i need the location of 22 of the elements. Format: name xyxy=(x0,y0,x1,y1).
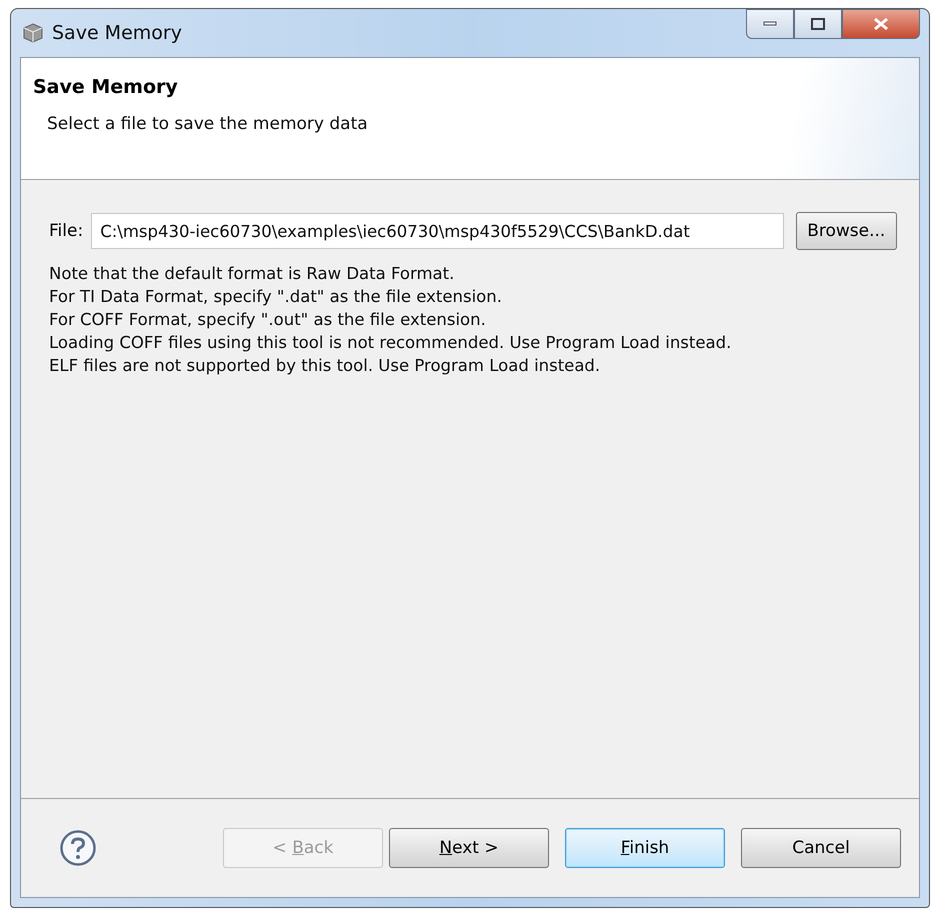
window-title: Save Memory xyxy=(52,22,182,44)
minimize-button[interactable] xyxy=(746,9,794,39)
maximize-icon xyxy=(811,18,825,30)
note-text: Loading COFF files using this tool is not recommended. Use Program Load instead. xyxy=(49,333,732,352)
file-field[interactable]: C:\msp430-iec60730\examples\iec60730\msp430f5529\CCS\BankD.dat xyxy=(91,213,784,249)
finish-button[interactable]: Finish xyxy=(565,828,725,868)
close-icon xyxy=(872,17,890,31)
browse-button[interactable]: Browse... xyxy=(796,212,897,250)
cancel-button[interactable]: Cancel xyxy=(741,828,901,868)
close-button[interactable] xyxy=(842,9,920,39)
note-text: ELF files are not supported by this tool. Use Program Load instead. xyxy=(49,356,602,375)
maximize-button[interactable] xyxy=(794,9,842,39)
help-icon[interactable] xyxy=(59,829,97,867)
page-title: Save Memory xyxy=(33,76,179,98)
cube-icon xyxy=(22,22,44,44)
note-text: For COFF Format, specify ".out" as the file extension. xyxy=(49,310,487,329)
next-button[interactable]: Next > xyxy=(389,828,549,868)
file-label: File: xyxy=(49,221,84,241)
note-text: For TI Data Format, specify ".dat" as the file extension. xyxy=(49,287,503,306)
minimize-icon xyxy=(763,21,777,27)
page-description: Select a file to save the memory data xyxy=(47,114,369,134)
note-text: Note that the default format is Raw Data Format. xyxy=(49,264,456,283)
